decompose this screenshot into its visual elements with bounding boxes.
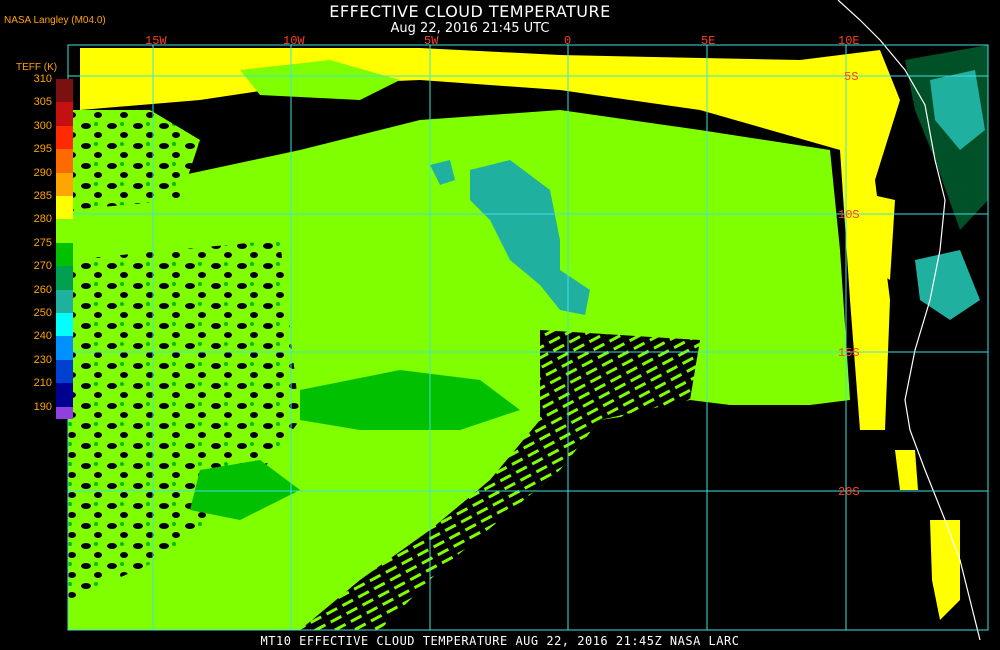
credit-label: NASA Langley (M04.0) (4, 15, 106, 26)
timestamp-subtitle: Aug 22, 2016 21:45 UTC (390, 21, 550, 36)
legend-label: 280 (33, 213, 52, 226)
legend-swatch (56, 301, 73, 313)
legend-swatch (56, 196, 73, 208)
legend-label: 285 (33, 190, 52, 202)
legend-swatch (56, 348, 73, 360)
legend-swatch (56, 219, 73, 232)
lat-label-15s: 15S (838, 346, 860, 360)
legend-label: 295 (33, 143, 52, 156)
lat-label-10s: 10S (838, 208, 860, 222)
legend-swatch (56, 394, 73, 407)
legend-label: 260 (33, 283, 52, 296)
legend-swatch (56, 149, 73, 162)
legend-swatch (56, 184, 73, 196)
legend-label: 240 (33, 330, 52, 343)
lon-label-5w: 5W (424, 34, 439, 48)
legend-label: 230 (33, 353, 52, 366)
legend-label: 310 (33, 73, 52, 85)
lon-label-15w: 15W (145, 34, 167, 48)
legend-swatch (56, 79, 73, 91)
legend-swatch (56, 406, 73, 419)
legend-swatch (56, 172, 73, 185)
lon-label-5e: 5E (701, 34, 715, 48)
legend-label: 300 (33, 119, 52, 132)
legend-swatch (56, 371, 73, 384)
legend-swatch (56, 137, 73, 150)
legend-swatch (56, 114, 73, 126)
lon-label-10e: 10E (838, 34, 860, 48)
legend-label: 290 (33, 166, 52, 179)
legend-label: 270 (33, 260, 52, 273)
legend-swatch (56, 242, 73, 255)
legend-swatch (56, 336, 73, 349)
legend-swatch (56, 90, 73, 103)
legend-title: TEFF (K) (16, 62, 58, 73)
cloud-field (68, 45, 988, 630)
legend-swatch (56, 383, 73, 396)
footer-caption: MT10 EFFECTIVE CLOUD TEMPERATURE AUG 22,… (260, 634, 740, 648)
legend-swatch (56, 359, 73, 372)
legend-label: 250 (33, 307, 52, 319)
legend-swatch (56, 254, 73, 267)
legend-swatch (56, 231, 73, 243)
legend-swatch (56, 207, 73, 220)
legend-swatch (56, 125, 73, 138)
legend-swatch (56, 289, 73, 302)
lat-label-5s: 5S (844, 70, 858, 84)
legend-swatch (56, 324, 73, 337)
legend-swatch (56, 160, 73, 173)
legend-label: 275 (33, 236, 52, 249)
lat-label-20s: 20S (838, 485, 860, 499)
legend-label: 190 (33, 400, 52, 413)
legend-swatch (56, 313, 73, 325)
legend-label: 305 (33, 96, 52, 109)
legend-swatch (56, 102, 73, 115)
lon-label-0: 0 (564, 34, 571, 48)
legend-label: 210 (33, 377, 52, 390)
satellite-map: 15W 10W 5W 0 5E 10E 5S 10S 15S 20S (67, 0, 989, 641)
page-title: EFFECTIVE CLOUD TEMPERATURE (329, 2, 611, 21)
legend-swatch (56, 266, 73, 279)
legend-swatch (56, 277, 73, 290)
lon-label-10w: 10W (283, 34, 305, 48)
